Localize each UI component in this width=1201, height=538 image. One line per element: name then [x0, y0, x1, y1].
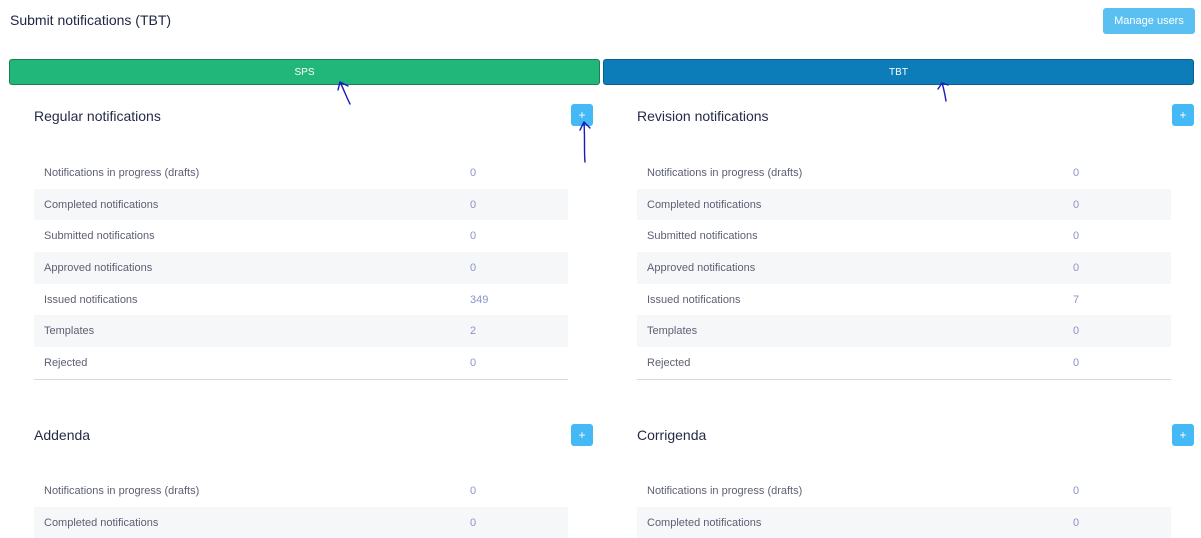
- corrigenda-list: Notifications in progress (drafts) 0 Comp…: [637, 475, 1171, 538]
- count-value: 0: [1073, 484, 1080, 497]
- count-value: 7: [1073, 293, 1080, 306]
- plus-icon: +: [1179, 108, 1187, 122]
- count-value: 0: [470, 261, 477, 274]
- addenda-list: Notifications in progress (drafts) 0 Comp…: [34, 475, 568, 538]
- list-item[interactable]: Completed notifications 0: [637, 188, 1171, 221]
- count-value: 0: [1073, 230, 1080, 243]
- add-revision-notification-button[interactable]: +: [1172, 104, 1194, 126]
- count-value: 0: [1073, 325, 1080, 338]
- add-regular-notification-button[interactable]: +: [571, 104, 593, 126]
- count-value: 0: [470, 484, 477, 497]
- section-title: Regular notifications: [34, 108, 161, 124]
- tab-sps[interactable]: SPS: [9, 59, 600, 85]
- tab-sps-label: SPS: [294, 66, 315, 78]
- count-value: 2: [470, 325, 477, 338]
- list-item[interactable]: Issued notifications 7: [637, 284, 1171, 316]
- list-item[interactable]: Notifications in progress (drafts) 0: [34, 475, 568, 507]
- list-item[interactable]: Rejected 0: [637, 347, 1171, 379]
- regular-notifications-list: Notifications in progress (drafts) 0 Comp…: [34, 157, 568, 380]
- plus-icon: +: [578, 428, 586, 442]
- section-title: Corrigenda: [637, 427, 707, 443]
- list-item[interactable]: Completed notifications 0: [34, 506, 568, 538]
- add-corrigendum-button[interactable]: +: [1172, 424, 1194, 446]
- count-value: 0: [470, 516, 477, 529]
- list-item[interactable]: Completed notifications 0: [637, 506, 1171, 538]
- section-title: Addenda: [34, 427, 91, 443]
- count-value: 0: [1073, 261, 1080, 274]
- count-value: 0: [1073, 166, 1080, 179]
- tab-tbt-label: TBT: [889, 66, 908, 78]
- list-item[interactable]: Notifications in progress (drafts) 0: [637, 475, 1171, 507]
- list-item[interactable]: Rejected 0: [34, 347, 568, 379]
- plus-icon: +: [578, 108, 586, 122]
- count-value: 349: [470, 293, 489, 306]
- list-item[interactable]: Approved notifications 0: [34, 252, 568, 284]
- count-value: 0: [470, 230, 477, 243]
- count-value: 0: [470, 198, 477, 211]
- list-item[interactable]: Issued notifications 349: [34, 284, 568, 316]
- count-value: 0: [1073, 198, 1080, 211]
- list-item[interactable]: Submitted notifications 0: [34, 220, 568, 252]
- list-item[interactable]: Templates 0: [637, 315, 1171, 348]
- count-value: 0: [470, 356, 477, 369]
- revision-notifications-list: Notifications in progress (drafts) 0 Comp…: [637, 157, 1171, 380]
- list-item[interactable]: Approved notifications 0: [637, 252, 1171, 284]
- list-item[interactable]: Notifications in progress (drafts) 0: [637, 157, 1171, 189]
- manage-users-button[interactable]: Manage users: [1103, 8, 1195, 34]
- page-title: Submit notifications (TBT): [10, 12, 172, 28]
- list-item[interactable]: Templates 2: [34, 315, 568, 348]
- count-value: 0: [470, 166, 477, 179]
- list-item[interactable]: Notifications in progress (drafts) 0: [34, 157, 568, 189]
- add-addendum-button[interactable]: +: [571, 424, 593, 446]
- plus-icon: +: [1179, 428, 1187, 442]
- tab-tbt[interactable]: TBT: [603, 59, 1194, 85]
- list-item[interactable]: Completed notifications 0: [34, 188, 568, 221]
- count-value: 0: [1073, 356, 1080, 369]
- section-title: Revision notifications: [637, 108, 769, 124]
- list-item[interactable]: Submitted notifications 0: [637, 220, 1171, 252]
- count-value: 0: [1073, 516, 1080, 529]
